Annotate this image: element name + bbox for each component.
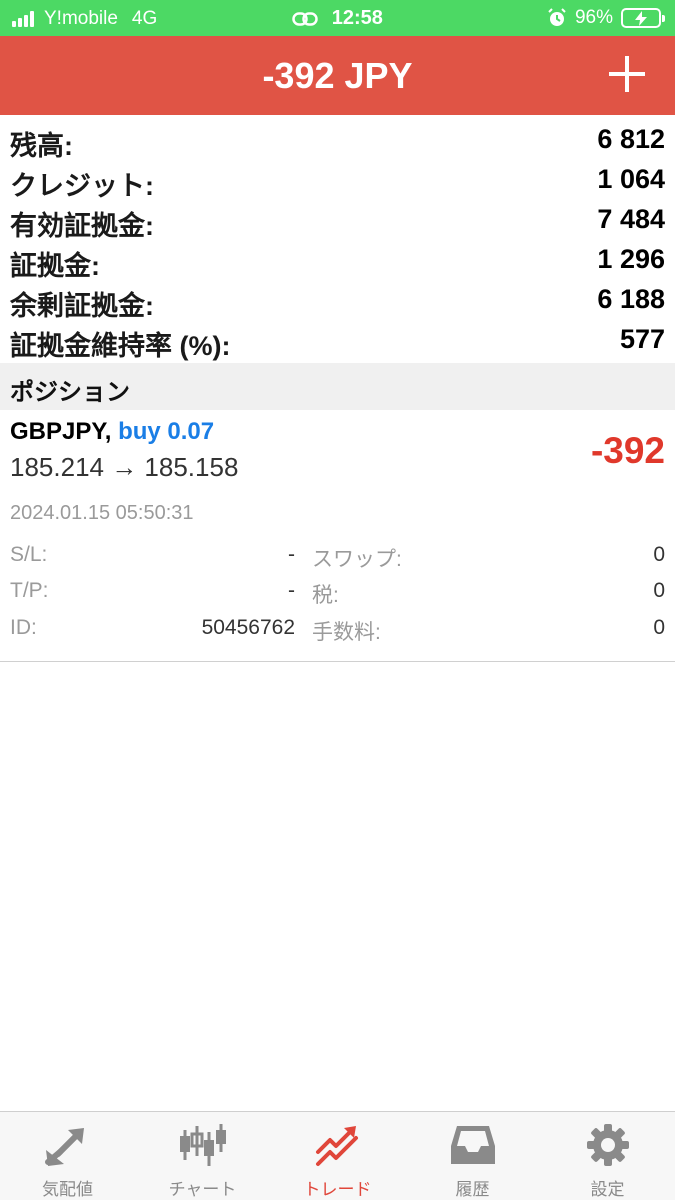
tab-quotes[interactable]: 気配値 — [0, 1112, 135, 1200]
tab-settings[interactable]: 設定 — [540, 1112, 675, 1200]
summary-label: 残高: — [10, 131, 73, 161]
summary-row-free-margin: 余剰証拠金: 6 188 — [0, 280, 675, 321]
tab-label: トレード — [303, 1180, 372, 1199]
summary-label: 余剰証拠金: — [10, 291, 154, 321]
position-prices: 185.214 → 185.158 — [10, 452, 239, 482]
position-symbol: GBPJPY, — [10, 418, 112, 445]
summary-label: 有効証拠金: — [10, 211, 154, 241]
quotes-arrows-icon — [45, 1128, 84, 1166]
history-tray-icon — [451, 1126, 495, 1164]
fee-label: 手数料: — [312, 621, 381, 644]
app-header: -392 JPY — [0, 36, 675, 115]
header-total-profit: -392 JPY — [262, 55, 413, 96]
alarm-icon — [548, 8, 566, 26]
position-side: buy 0.07 — [118, 418, 215, 445]
summary-value: 7 484 — [597, 204, 665, 234]
tab-label: チャート — [168, 1180, 237, 1199]
summary-value: 1 064 — [597, 164, 665, 194]
account-summary: 残高: 6 812 クレジット: 1 064 有効証拠金: 7 484 証拠金:… — [0, 120, 675, 361]
summary-value: 6 188 — [597, 284, 665, 314]
summary-value: 577 — [619, 324, 665, 354]
sl-label: S/L: — [10, 543, 48, 566]
tab-label: 履歴 — [455, 1180, 490, 1199]
summary-row-equity: 有効証拠金: 7 484 — [0, 200, 675, 241]
tab-label: 気配値 — [42, 1180, 93, 1199]
plus-icon[interactable] — [609, 56, 645, 92]
section-title: ポジション — [10, 379, 130, 406]
tax-label: 税: — [312, 584, 339, 607]
id-value: 50456762 — [201, 616, 295, 639]
bottom-tab-bar: 気配値 チャート トレード 履歴 設定 — [0, 1111, 675, 1200]
id-label: ID: — [10, 616, 37, 639]
tab-trade[interactable]: トレード — [270, 1112, 405, 1200]
summary-value: 6 812 — [597, 124, 665, 154]
summary-value: 1 296 — [597, 244, 665, 274]
summary-row-margin-level: 証拠金維持率 (%): 577 — [0, 320, 675, 361]
position-symbol-line: GBPJPY, buy 0.07 — [10, 418, 214, 446]
tp-label: T/P: — [10, 579, 49, 602]
summary-row-margin: 証拠金: 1 296 — [0, 240, 675, 281]
battery-icon — [621, 8, 665, 28]
summary-row-credit: クレジット: 1 064 — [0, 160, 675, 201]
tab-history[interactable]: 履歴 — [405, 1112, 540, 1200]
swap-value: 0 — [653, 543, 665, 566]
link-icon — [292, 11, 318, 26]
position-item[interactable]: GBPJPY, buy 0.07 185.214 → 185.158 -392 … — [0, 410, 675, 662]
status-right: 96% — [547, 7, 665, 29]
gear-icon — [587, 1124, 629, 1166]
fee-value: 0 — [653, 616, 665, 639]
tab-chart[interactable]: チャート — [135, 1112, 270, 1200]
battery-percent: 96% — [574, 7, 613, 28]
sl-value: - — [288, 543, 295, 566]
tp-value: - — [288, 579, 295, 602]
summary-label: 証拠金維持率 (%): — [10, 331, 231, 361]
summary-row-balance: 残高: 6 812 — [0, 120, 675, 161]
tax-value: 0 — [653, 579, 665, 602]
summary-label: クレジット: — [10, 171, 154, 201]
summary-label: 証拠金: — [10, 251, 100, 281]
position-open-time: 2024.01.15 05:50:31 — [10, 502, 194, 524]
status-bar: Y!mobile 4G 12:58 96% — [0, 0, 675, 36]
trade-trend-icon — [316, 1126, 358, 1166]
candlestick-chart-icon — [180, 1124, 226, 1166]
tab-label: 設定 — [590, 1180, 625, 1199]
positions-section-header: ポジション — [0, 363, 675, 410]
swap-label: スワップ: — [312, 548, 402, 571]
position-profit: -392 — [590, 430, 665, 471]
clock-time: 12:58 — [331, 7, 383, 29]
